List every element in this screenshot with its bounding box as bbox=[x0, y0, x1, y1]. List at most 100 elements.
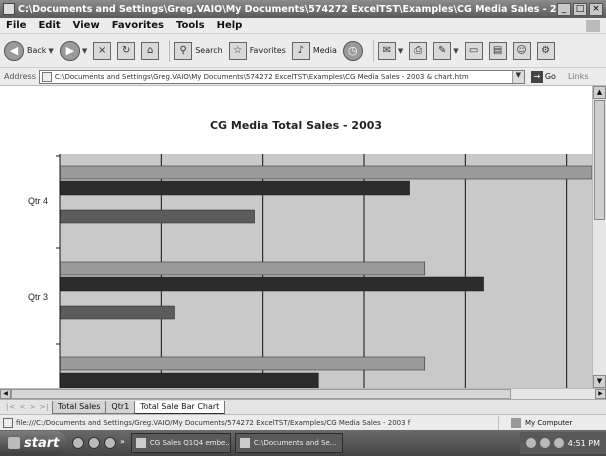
horizontal-scrollbar[interactable]: ◀ ▶ bbox=[0, 388, 606, 399]
bar-light-next bbox=[59, 356, 426, 371]
forward-dropdown-icon[interactable]: ▼ bbox=[82, 47, 87, 55]
address-bar: Address C:\Documents and Settings\Greg.V… bbox=[0, 68, 606, 86]
bar-light-qtr3 bbox=[59, 261, 426, 276]
quick-launch-desktop-icon[interactable] bbox=[88, 437, 100, 449]
go-arrow-icon: → bbox=[530, 70, 543, 83]
search-button[interactable]: ⚲ Search bbox=[174, 38, 223, 64]
window-title: C:\Documents and Settings\Greg.VAIO\My D… bbox=[18, 3, 557, 15]
refresh-button[interactable]: ↻ bbox=[117, 38, 136, 64]
toolbar-divider bbox=[372, 39, 374, 62]
forward-arrow-icon: ▶ bbox=[59, 40, 80, 61]
quick-launch-ie-icon[interactable] bbox=[72, 437, 84, 449]
window-controls: _ □ × bbox=[557, 2, 603, 16]
bar-mid-qtr4 bbox=[59, 209, 255, 224]
scroll-left-icon[interactable]: ◀ bbox=[0, 389, 11, 399]
sheet-tab-total-sale-bar-chart[interactable]: Total Sale Bar Chart bbox=[134, 400, 226, 414]
start-label: start bbox=[24, 435, 60, 451]
edit-button[interactable]: ✎ ▼ bbox=[433, 38, 459, 64]
scroll-right-icon[interactable]: ▶ bbox=[595, 389, 606, 399]
discuss-icon: ▭ bbox=[464, 41, 483, 60]
history-icon: ◷ bbox=[342, 40, 363, 61]
clock: 4:51 PM bbox=[567, 438, 600, 448]
quick-launch-media-icon[interactable] bbox=[104, 437, 116, 449]
links-button[interactable]: Links bbox=[568, 72, 589, 81]
taskbar-item-ie[interactable]: C:\Documents and Se... bbox=[234, 433, 343, 453]
title-bar: C:\Documents and Settings\Greg.VAIO\My D… bbox=[0, 0, 606, 18]
menu-file[interactable]: File bbox=[0, 20, 32, 31]
status-text: file:///C:/Documents and Settings/Greg.V… bbox=[16, 418, 411, 427]
mail-dropdown-icon[interactable]: ▼ bbox=[398, 47, 403, 55]
messenger-icon: ☺ bbox=[512, 41, 531, 60]
mail-icon: ✉ bbox=[377, 41, 396, 60]
menu-view[interactable]: View bbox=[67, 20, 106, 31]
menu-edit[interactable]: Edit bbox=[32, 20, 66, 31]
menu-tools[interactable]: Tools bbox=[170, 20, 211, 31]
back-button[interactable]: ◀ Back ▼ bbox=[4, 38, 54, 64]
edit-icon: ✎ bbox=[433, 41, 452, 60]
favorites-button[interactable]: ☆ Favorites bbox=[228, 38, 286, 64]
start-button[interactable]: start bbox=[0, 431, 66, 455]
home-button[interactable]: ⌂ bbox=[141, 38, 160, 64]
messenger-button[interactable]: ☺ bbox=[512, 38, 531, 64]
computer-icon bbox=[511, 417, 521, 428]
media-icon: ♪ bbox=[291, 41, 310, 60]
bar-dark-qtr3 bbox=[59, 276, 484, 292]
taskbar: start » CG Sales Q1Q4 embe... C:\Documen… bbox=[0, 430, 606, 456]
page-content: CG Media Total Sales - 2003 Qtr 4 Qtr 3 bbox=[0, 86, 592, 388]
bar-mid-qtr3 bbox=[59, 305, 175, 320]
tray-security-icon[interactable] bbox=[553, 438, 564, 448]
back-label: Back bbox=[27, 46, 47, 55]
go-button[interactable]: → Go bbox=[530, 70, 556, 83]
search-label: Search bbox=[195, 46, 223, 55]
close-button[interactable]: × bbox=[589, 2, 603, 16]
taskbar-item-excel[interactable]: CG Sales Q1Q4 embe... bbox=[130, 433, 231, 453]
go-label: Go bbox=[544, 72, 556, 81]
bar-light-qtr4-top bbox=[59, 165, 592, 180]
forward-button[interactable]: ▶ ▼ bbox=[59, 38, 87, 64]
scroll-down-icon[interactable]: ▼ bbox=[593, 375, 606, 388]
search-icon: ⚲ bbox=[174, 41, 193, 60]
security-zone: My Computer bbox=[498, 415, 572, 430]
windows-flag-icon bbox=[586, 19, 600, 32]
address-input[interactable]: C:\Documents and Settings\Greg.VAIO\My D… bbox=[38, 69, 525, 84]
vertical-scroll-thumb[interactable] bbox=[594, 100, 605, 220]
menu-favorites[interactable]: Favorites bbox=[106, 20, 170, 31]
horizontal-scroll-thumb[interactable] bbox=[11, 389, 511, 399]
print-icon: ⎙ bbox=[409, 41, 428, 60]
tray-volume-icon[interactable] bbox=[539, 438, 550, 448]
address-label: Address bbox=[4, 72, 36, 81]
excel-icon bbox=[135, 438, 146, 448]
toolbar-divider bbox=[169, 39, 171, 62]
address-value: C:\Documents and Settings\Greg.VAIO\My D… bbox=[54, 72, 469, 81]
page-icon bbox=[41, 71, 52, 82]
tools-button[interactable]: ⚙ bbox=[536, 38, 555, 64]
minimize-button[interactable]: _ bbox=[557, 2, 571, 16]
toolbar: ◀ Back ▼ ▶ ▼ × ↻ ⌂ ⚲ Search ☆ Favorites … bbox=[0, 34, 606, 68]
media-label: Media bbox=[312, 46, 337, 55]
research-button[interactable]: ▤ bbox=[488, 38, 507, 64]
bar-dark-next bbox=[59, 372, 319, 388]
mail-button[interactable]: ✉ ▼ bbox=[377, 38, 403, 64]
status-bar: file:///C:/Documents and Settings/Greg.V… bbox=[0, 414, 606, 430]
sheet-tab-total-sales[interactable]: Total Sales bbox=[51, 400, 107, 414]
system-tray: 4:51 PM bbox=[519, 432, 606, 454]
back-dropdown-icon[interactable]: ▼ bbox=[48, 47, 53, 55]
tray-network-icon[interactable] bbox=[525, 438, 536, 448]
refresh-icon: ↻ bbox=[117, 41, 136, 60]
edit-dropdown-icon[interactable]: ▼ bbox=[453, 47, 458, 55]
address-dropdown-icon[interactable]: ▼ bbox=[511, 70, 524, 83]
scroll-up-icon[interactable]: ▲ bbox=[593, 86, 606, 99]
ie-icon bbox=[3, 3, 15, 15]
discuss-button[interactable]: ▭ bbox=[464, 38, 483, 64]
print-button[interactable]: ⎙ bbox=[409, 38, 428, 64]
media-button[interactable]: ♪ Media bbox=[291, 38, 337, 64]
maximize-button[interactable]: □ bbox=[573, 2, 587, 16]
sheet-tab-qtr1[interactable]: Qtr1 bbox=[105, 400, 136, 414]
sheet-nav-buttons[interactable]: |< < > >| bbox=[6, 403, 50, 411]
quick-launch-more-icon[interactable]: » bbox=[120, 437, 125, 449]
vertical-scrollbar[interactable]: ▲ ▼ bbox=[592, 86, 606, 388]
stop-button[interactable]: × bbox=[93, 38, 112, 64]
menu-help[interactable]: Help bbox=[211, 20, 249, 31]
task-label-ie: C:\Documents and Se... bbox=[253, 439, 337, 447]
history-button[interactable]: ◷ bbox=[342, 38, 363, 64]
